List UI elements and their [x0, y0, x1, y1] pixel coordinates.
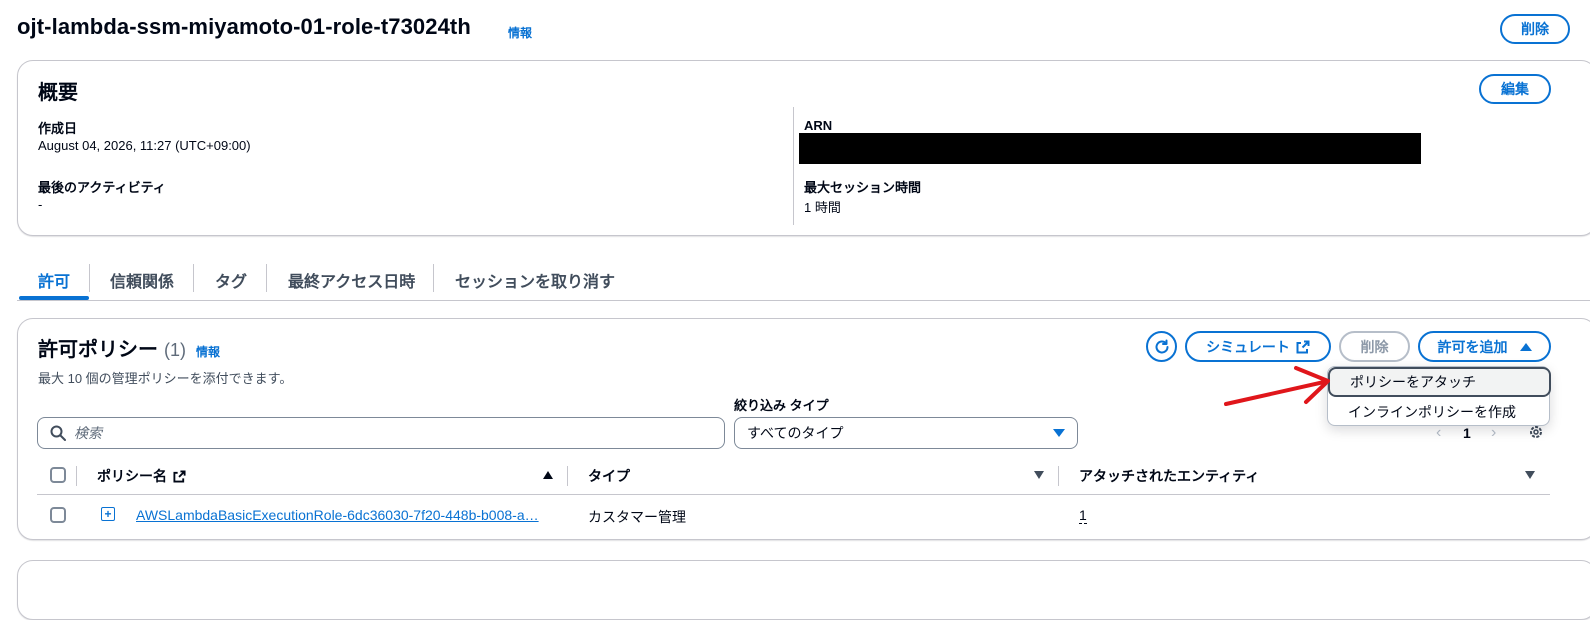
select-all-checkbox[interactable]	[50, 467, 66, 483]
summary-title: 概要	[38, 82, 78, 104]
arn-label: ARN	[804, 118, 833, 133]
active-tab-indicator	[19, 296, 89, 300]
policies-count: (1)	[164, 340, 186, 360]
page-title: ojt-lambda-ssm-miyamoto-01-role-t73024th	[17, 14, 471, 39]
delete-policy-label: 削除	[1360, 338, 1389, 355]
last-activity-label: 最後のアクティビティ	[38, 180, 166, 195]
attached-entities-count[interactable]: 1	[1079, 507, 1087, 524]
settings-icon[interactable]	[1528, 424, 1544, 445]
last-activity-value: -	[38, 197, 43, 212]
column-separator	[567, 466, 568, 486]
search-icon	[50, 425, 66, 441]
sort-ascending-icon[interactable]	[543, 471, 553, 479]
policies-description: 最大 10 個の管理ポリシーを添付できます。	[38, 371, 293, 386]
annotation-arrow-icon	[1224, 366, 1330, 406]
tabs-divider	[17, 300, 1590, 301]
policy-name-link[interactable]: AWSLambdaBasicExecutionRole-6dc36030-7f2…	[136, 507, 546, 523]
search-placeholder: 検索	[74, 425, 102, 441]
tab-revoke-sessions[interactable]: セッションを取り消す	[455, 268, 615, 292]
add-permissions-button[interactable]: 許可を追加	[1418, 331, 1551, 362]
add-permissions-label: 許可を追加	[1437, 338, 1508, 355]
created-label: 作成日	[38, 121, 78, 136]
max-session-label: 最大セッション時間	[804, 180, 922, 195]
header-divider	[37, 494, 1550, 495]
type-filter-select[interactable]: すべてのタイプ	[734, 417, 1078, 449]
menu-item-attach-policy-label: ポリシーをアタッチ	[1350, 374, 1476, 390]
info-link[interactable]: 情報	[508, 24, 532, 41]
arn-redaction	[799, 133, 1421, 164]
summary-divider	[793, 107, 794, 225]
expand-icon[interactable]: +	[101, 507, 115, 521]
tab-last-accessed[interactable]: 最終アクセス日時	[288, 268, 415, 292]
delete-policy-button[interactable]: 削除	[1339, 331, 1410, 362]
policy-type: カスタマー管理	[588, 509, 686, 525]
sort-icon[interactable]	[1525, 471, 1535, 479]
column-separator	[1058, 466, 1059, 486]
max-session-value: 1 時間	[804, 200, 841, 215]
tab-permissions[interactable]: 許可	[38, 268, 70, 292]
column-header-type[interactable]: タイプ	[588, 466, 630, 486]
created-value: August 04, 2026, 11:27 (UTC+09:00)	[38, 138, 251, 153]
page-number[interactable]: 1	[1463, 425, 1471, 441]
tab-separator	[433, 264, 434, 292]
column-policy-name-label: ポリシー名	[97, 468, 167, 484]
external-link-icon	[1296, 340, 1310, 353]
filter-type-label: 絞り込み タイプ	[734, 398, 829, 413]
search-input[interactable]: 検索	[37, 417, 725, 449]
next-card	[17, 560, 1590, 620]
simulate-button[interactable]: シミュレート	[1185, 331, 1331, 362]
policies-info-link[interactable]: 情報	[196, 343, 220, 360]
column-header-attached-entities[interactable]: アタッチされたエンティティ	[1079, 466, 1259, 486]
tab-tags[interactable]: タグ	[215, 268, 247, 292]
menu-item-attach-policy[interactable]: ポリシーをアタッチ	[1328, 367, 1551, 397]
tab-separator	[193, 264, 194, 292]
refresh-icon	[1155, 339, 1168, 353]
column-separator	[76, 466, 77, 486]
delete-role-label: 削除	[1521, 21, 1549, 37]
menu-item-create-inline-policy[interactable]: インラインポリシーを作成	[1328, 397, 1551, 427]
external-link-icon	[173, 469, 186, 483]
refresh-button[interactable]	[1146, 331, 1177, 362]
type-filter-value: すべてのタイプ	[747, 425, 844, 441]
menu-item-create-inline-label: インラインポリシーを作成	[1348, 404, 1516, 420]
row-checkbox[interactable]	[50, 507, 66, 523]
simulate-label: シミュレート	[1206, 338, 1290, 355]
delete-role-button[interactable]: 削除	[1500, 14, 1570, 44]
chevron-down-icon	[1053, 429, 1065, 437]
tab-separator	[89, 264, 90, 292]
column-header-policy-name[interactable]: ポリシー名	[97, 466, 186, 486]
tab-separator	[266, 264, 267, 292]
caret-up-icon	[1519, 342, 1532, 351]
policies-title: 許可ポリシー	[38, 339, 158, 361]
policies-header: 許可ポリシー (1) 情報	[38, 333, 220, 362]
edit-label: 編集	[1501, 81, 1529, 97]
sort-icon[interactable]	[1034, 471, 1044, 479]
edit-button[interactable]: 編集	[1479, 74, 1551, 104]
add-permissions-menu: ポリシーをアタッチ インラインポリシーを作成	[1327, 366, 1551, 427]
tab-trust-relationships[interactable]: 信頼関係	[110, 268, 174, 292]
